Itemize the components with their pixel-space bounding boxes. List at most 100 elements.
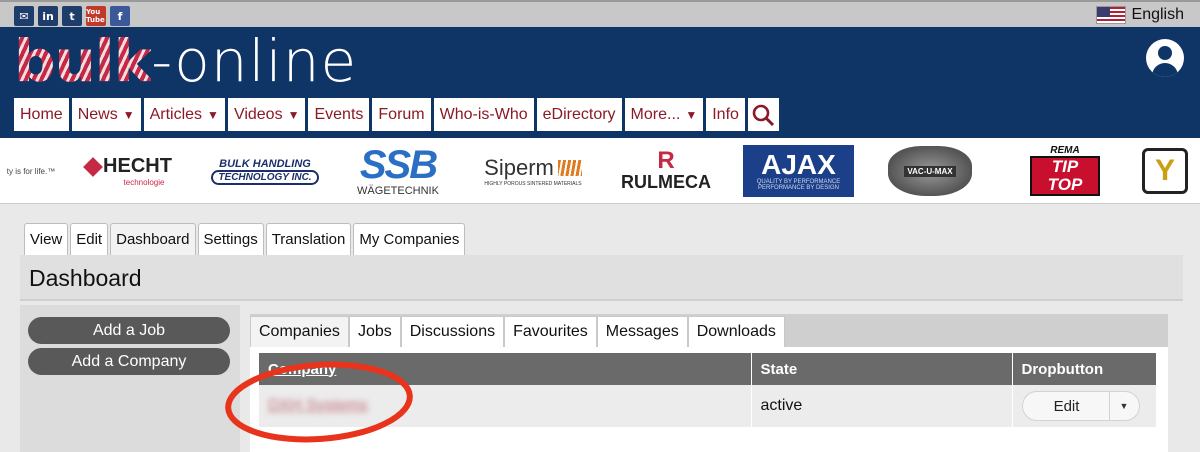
page-title-bar: Dashboard [20, 255, 1183, 301]
tab-view[interactable]: View [24, 223, 69, 255]
company-cell: DXH Systems [259, 385, 752, 427]
nav-home[interactable]: Home [14, 98, 69, 131]
tab-my-companies[interactable]: My Companies [353, 223, 466, 255]
nav-label: eDirectory [542, 105, 616, 123]
tab-jobs[interactable]: Jobs [348, 316, 401, 347]
companies-panel: Company State Dropbutton DXH Systems act… [250, 347, 1168, 452]
r-mark-icon: R [657, 146, 675, 174]
tab-label: Jobs [357, 323, 392, 340]
tab-label: Downloads [696, 323, 776, 340]
nav-label: Forum [378, 105, 425, 123]
tab-messages[interactable]: Messages [596, 316, 688, 347]
sponsor-ajax[interactable]: AJAX QUALITY BY PERFORMANCE PERFORMANCE … [743, 145, 854, 197]
header-label: State [760, 360, 798, 378]
tab-label: Messages [605, 323, 679, 340]
nav-events[interactable]: Events [308, 98, 370, 131]
tab-label: Translation [271, 231, 346, 248]
language-selector[interactable]: English [1095, 6, 1184, 24]
column-header-state: State [751, 353, 1013, 385]
tab-label: View [30, 231, 63, 248]
nav-forum[interactable]: Forum [372, 98, 431, 131]
logo-bulk: bulk [14, 27, 152, 95]
tab-label: Settings [203, 231, 258, 248]
user-account-icon[interactable] [1146, 39, 1184, 77]
sponsor-sub: PERFORMANCE BY DESIGN [758, 185, 839, 191]
sponsor-sub: TECHNOLOGY INC. [211, 169, 319, 185]
sponsor-text: ty is for life.™ [6, 166, 56, 176]
state-value: active [760, 397, 803, 414]
sponsor-sub: technologie [123, 178, 165, 187]
sponsor-bulk-handling[interactable]: BULK HANDLING TECHNOLOGY INC. [208, 138, 322, 204]
header-label: Company [268, 360, 337, 378]
sponsor-name: Siperm [484, 155, 554, 180]
sponsor-hecht[interactable]: HECHT technologie [74, 138, 184, 204]
sponsor-name: HECHT [103, 155, 172, 177]
column-header-dropbutton: Dropbutton [1012, 353, 1157, 385]
tab-label: Favourites [513, 323, 588, 340]
tab-discussions[interactable]: Discussions [400, 316, 505, 347]
tab-label: My Companies [359, 231, 460, 248]
linkedin-icon[interactable]: in [38, 6, 58, 26]
logo-online: online [174, 27, 358, 95]
caret-down-icon: ▼ [287, 107, 300, 122]
dropdown-toggle[interactable]: ▼ [1108, 392, 1139, 420]
nav-label: Home [20, 105, 63, 123]
tab-settings[interactable]: Settings [197, 223, 264, 255]
social-links: ✉ in t You Tube f [14, 6, 130, 26]
nav-label: More... [630, 105, 681, 123]
language-label: English [1131, 6, 1184, 23]
nav-label: Info [712, 105, 739, 123]
sponsor-logo[interactable]: ty is for life.™ [0, 138, 62, 204]
sponsor-name: SSB [359, 143, 438, 187]
nav-articles[interactable]: Articles ▼ [143, 98, 225, 131]
page-tabs: View Edit Dashboard Settings Translation… [24, 223, 466, 255]
sponsor-name: BULK HANDLING [219, 157, 311, 170]
facebook-icon[interactable]: f [110, 6, 130, 26]
header-label: Dropbutton [1021, 360, 1104, 378]
add-company-button[interactable]: Add a Company [28, 348, 230, 375]
nav-info[interactable]: Info [706, 98, 745, 131]
nav-edirectory[interactable]: eDirectory [536, 98, 622, 131]
nav-search-button[interactable] [747, 98, 779, 131]
sponsor-ssb[interactable]: SSB WÄGETECHNIK [346, 138, 450, 204]
nav-more[interactable]: More... ▼ [624, 98, 704, 131]
tab-label: Edit [76, 231, 103, 248]
sponsor-name: VAC-U-MAX [904, 165, 956, 177]
site-logo[interactable]: bulk-online [14, 30, 357, 92]
top-bar: ✉ in t You Tube f English [0, 0, 1200, 27]
nav-label: News [77, 105, 118, 123]
column-header-company[interactable]: Company [259, 353, 752, 385]
edit-button[interactable]: Edit [1023, 398, 1111, 415]
stripes-icon [557, 160, 582, 176]
sponsor-rema-tip-top[interactable]: REMA TIP TOP [1030, 138, 1100, 204]
caret-down-icon: ▼ [122, 107, 135, 122]
caret-down-icon: ▼ [685, 107, 698, 122]
tab-companies[interactable]: Companies [250, 316, 349, 347]
nav-label: Articles [149, 105, 203, 123]
youtube-icon[interactable]: You Tube [86, 6, 106, 26]
tab-downloads[interactable]: Downloads [687, 316, 785, 347]
action-cell: Edit ▼ [1012, 385, 1157, 427]
sponsor-siperm[interactable]: Siperm HIGHLY POROUS SINTERED MATERIALS [474, 138, 592, 204]
sponsor-vac-u-max[interactable]: VAC-U-MAX [884, 138, 976, 204]
main-nav: Home News ▼ Articles ▼ Videos ▼ Events Foru… [14, 98, 779, 131]
sponsor-logo-partial[interactable]: Y [1142, 138, 1200, 204]
tab-translation[interactable]: Translation [265, 223, 352, 255]
nav-videos[interactable]: Videos ▼ [227, 98, 306, 131]
nav-who-is-who[interactable]: Who-is-Who [433, 98, 534, 131]
tab-dashboard[interactable]: Dashboard [110, 223, 196, 255]
dashboard-tabs: Companies Jobs Discussions Favourites Me… [250, 316, 785, 347]
nav-news[interactable]: News ▼ [71, 98, 141, 131]
tab-edit[interactable]: Edit [70, 223, 109, 255]
tab-favourites[interactable]: Favourites [504, 316, 597, 347]
add-job-button[interactable]: Add a Job [28, 317, 230, 344]
search-icon [753, 104, 775, 126]
sponsor-rulmeca[interactable]: R RULMECA [606, 138, 726, 204]
logo-dash: - [151, 27, 175, 95]
dashboard-panel: Companies Jobs Discussions Favourites Me… [250, 314, 1168, 452]
twitter-icon[interactable]: t [62, 6, 82, 26]
company-link[interactable]: DXH Systems [268, 397, 368, 414]
email-icon[interactable]: ✉ [14, 6, 34, 26]
sponsor-name: TIP TOP [1030, 156, 1100, 196]
nav-label: Events [314, 105, 364, 123]
